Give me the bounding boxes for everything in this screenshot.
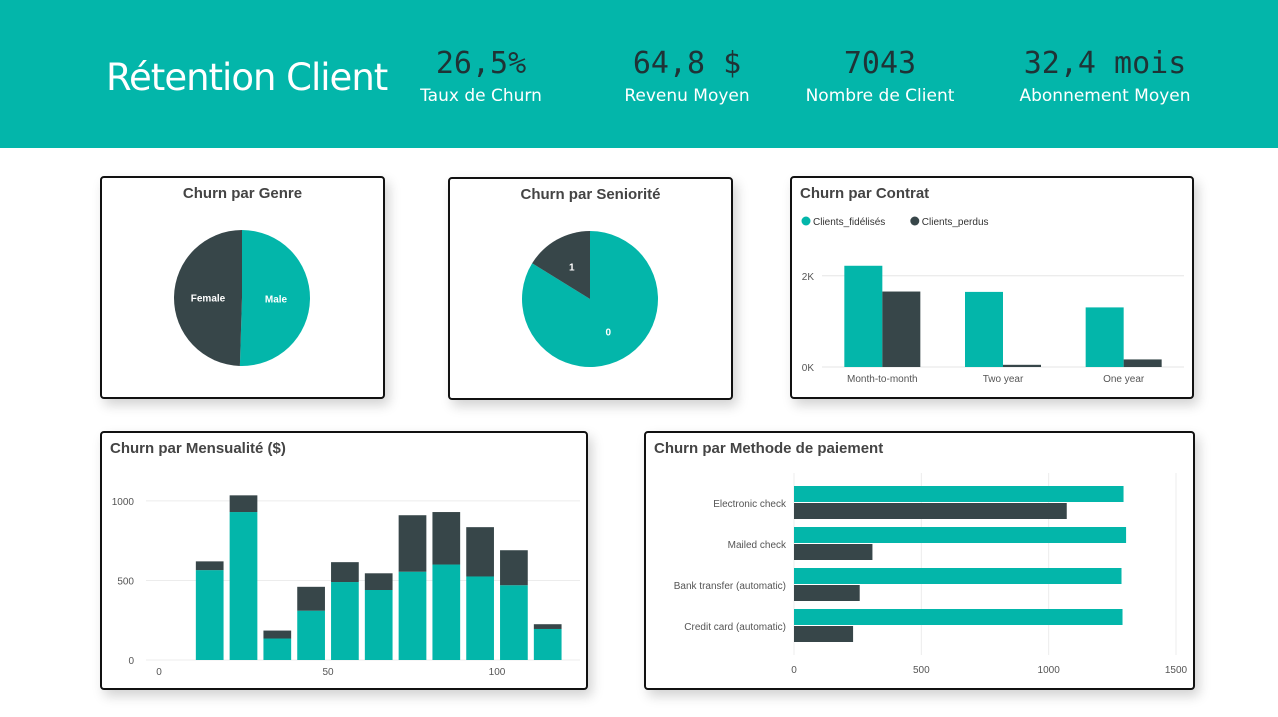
bar-segment xyxy=(398,515,427,572)
slice-label: 0 xyxy=(605,328,611,339)
bar-segment xyxy=(229,512,258,660)
x-tick-label: 500 xyxy=(913,665,930,676)
y-tick-label: 1000 xyxy=(112,497,135,508)
x-tick-label: 0 xyxy=(791,665,797,676)
bar xyxy=(1085,307,1124,367)
bar-segment xyxy=(331,582,359,660)
kpi-label: Nombre de Client xyxy=(805,86,955,106)
bar xyxy=(794,544,873,560)
kpi-label: Taux de Churn xyxy=(420,86,542,106)
bar-segment xyxy=(533,628,562,660)
x-tick-label: 0 xyxy=(156,667,162,678)
bar-segment xyxy=(297,610,325,660)
bar-segment xyxy=(195,561,224,571)
legend-label: Clients_perdus xyxy=(922,217,989,228)
bar xyxy=(794,626,854,642)
y-tick-label: 0K xyxy=(802,363,815,374)
bar-segment xyxy=(364,573,393,590)
y-tick-label: Credit card (automatic) xyxy=(684,622,786,633)
x-tick-label: Two year xyxy=(983,374,1024,385)
bar xyxy=(844,265,883,367)
bar-segment xyxy=(500,550,528,586)
bar xyxy=(794,568,1122,584)
slice-label: 1 xyxy=(569,262,575,273)
bar-segment xyxy=(331,562,359,583)
bar-segment xyxy=(195,570,224,660)
header-banner: Rétention Client 26,5% Taux de Churn 64,… xyxy=(0,0,1278,148)
kpi-label: Revenu Moyen xyxy=(624,86,750,106)
x-tick-label: 100 xyxy=(489,667,506,678)
bar xyxy=(794,585,860,601)
bar-segment xyxy=(432,564,461,660)
panel-churn-paiement[interactable]: Churn par Methode de paiement 0 500 1000 15… xyxy=(644,431,1195,690)
panel-churn-seniorite[interactable]: Churn par Seniorité 01 xyxy=(448,177,733,400)
bar-segment xyxy=(466,527,494,577)
y-tick-label: Electronic check xyxy=(713,499,787,510)
kpi-value: 32,4 mois xyxy=(1023,46,1187,81)
bar xyxy=(882,291,921,367)
kpi-avg-revenue: 64,8 $ Revenu Moyen xyxy=(617,44,757,106)
bar xyxy=(794,486,1124,502)
bar-segment xyxy=(263,638,292,660)
bar-segment xyxy=(500,585,528,660)
kpi-label: Abonnement Moyen xyxy=(1019,86,1191,106)
bar xyxy=(965,291,1003,367)
kpi-avg-subscription: 32,4 mois Abonnement Moyen xyxy=(1015,44,1195,106)
kpi-value: 7043 xyxy=(843,46,917,81)
slice-label: Male xyxy=(265,295,288,306)
page-title: Rétention Client xyxy=(106,56,388,99)
panel-churn-genre[interactable]: Churn par Genre Male Female xyxy=(100,176,385,399)
bar-segment xyxy=(533,624,562,629)
slice-label: Female xyxy=(191,293,226,304)
y-tick-label: 0 xyxy=(128,656,134,667)
x-tick-label: 1500 xyxy=(1165,665,1188,676)
legend-marker xyxy=(801,216,811,226)
bar xyxy=(794,527,1127,543)
stacked-bar-chart-mensualite[interactable]: 0 500 1000 0 50 100 xyxy=(102,433,586,688)
kpi-value: 26,5% xyxy=(435,46,527,81)
bar-chart-contrat[interactable]: Clients_fidélisés Clients_perdus 0K 2K Month… xyxy=(792,178,1192,397)
y-tick-label: Bank transfer (automatic) xyxy=(674,581,786,592)
legend-label: Clients_fidélisés xyxy=(813,217,885,228)
bar-segment xyxy=(398,571,427,660)
y-tick-label: 500 xyxy=(117,576,134,587)
kpi-churn-rate: 26,5% Taux de Churn xyxy=(416,44,546,106)
y-tick-label: Mailed check xyxy=(728,540,787,551)
x-tick-label: One year xyxy=(1103,374,1145,385)
bar xyxy=(794,609,1123,625)
panel-churn-contrat[interactable]: Churn par Contrat Clients_fidélisés Clien… xyxy=(790,176,1194,399)
kpi-client-count: 7043 Nombre de Client xyxy=(800,44,960,106)
x-tick-label: 50 xyxy=(322,667,334,678)
x-tick-label: Month-to-month xyxy=(847,374,918,385)
bar-segment xyxy=(263,630,292,639)
pie-chart-genre[interactable]: Male Female xyxy=(102,178,383,397)
y-tick-label: 2K xyxy=(802,272,815,283)
bar-segment xyxy=(432,512,461,565)
x-tick-label: 1000 xyxy=(1038,665,1061,676)
bar xyxy=(1003,364,1041,367)
pie-chart-seniorite[interactable]: 01 xyxy=(450,179,731,398)
bar-segment xyxy=(364,590,393,660)
bar xyxy=(794,503,1067,519)
kpi-value: 64,8 $ xyxy=(632,46,742,81)
bar-segment xyxy=(466,576,494,660)
hbar-chart-paiement[interactable]: 0 500 1000 1500 Electronic check Mailed check… xyxy=(646,433,1193,688)
panel-churn-mensualite[interactable]: Churn par Mensualité ($) 0 500 1000 0 50 100 xyxy=(100,431,588,690)
legend-marker xyxy=(910,216,920,226)
bar-segment xyxy=(297,586,325,611)
bar-segment xyxy=(229,495,258,513)
bar xyxy=(1123,359,1162,367)
